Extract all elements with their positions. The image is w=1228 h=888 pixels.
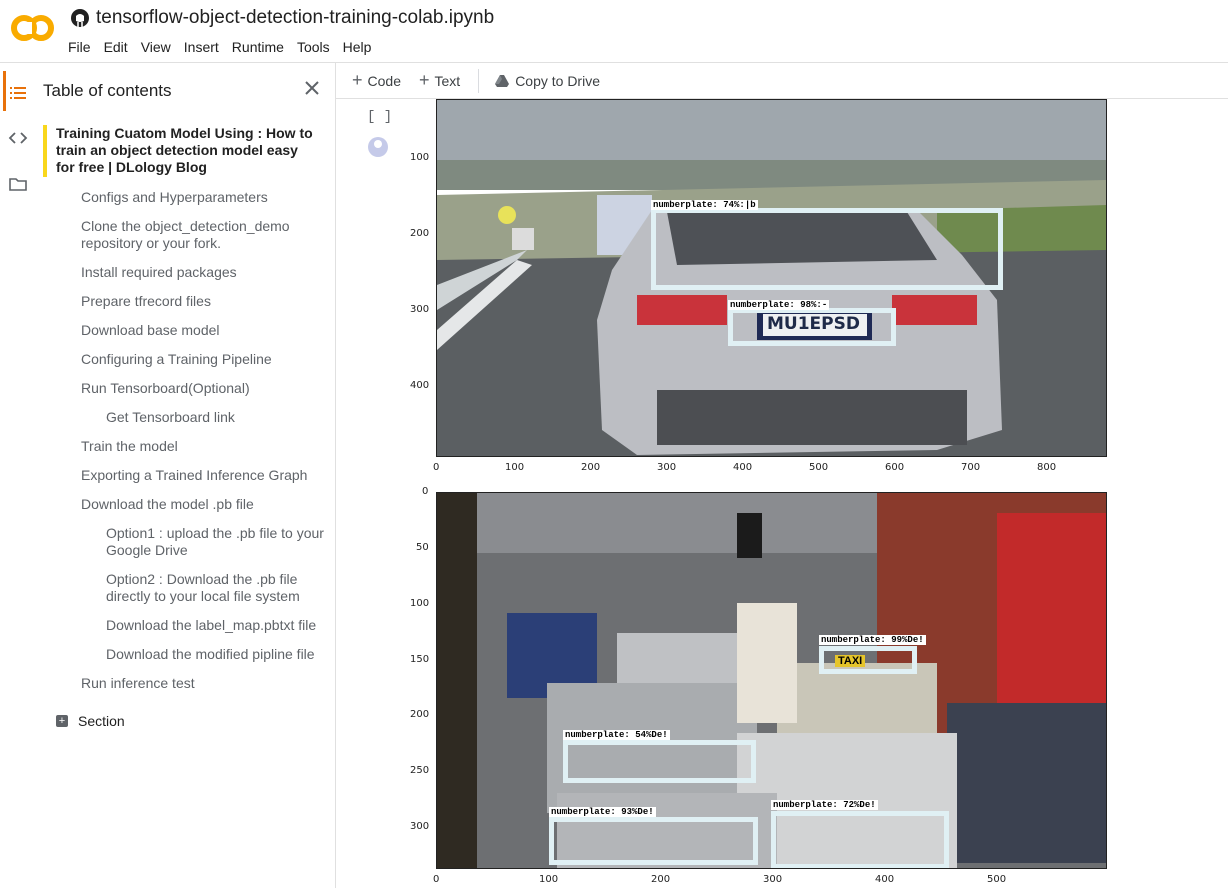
toc-item[interactable]: Option2 : Download the .pb file directly…	[106, 571, 316, 605]
menu-tools[interactable]: Tools	[297, 37, 330, 57]
close-icon[interactable]	[302, 78, 322, 98]
y-tick: 400	[410, 380, 430, 391]
toc-item[interactable]: Option1 : upload the .pb file to your Go…	[106, 525, 326, 559]
code-snippets-icon[interactable]	[8, 128, 28, 148]
toc-item[interactable]: Clone the object_detection_demo reposito…	[81, 218, 321, 252]
x-tick: 400	[875, 874, 895, 885]
drive-icon	[495, 74, 510, 87]
taxi-sign-text: TAXI	[835, 655, 866, 667]
detection-box	[819, 646, 917, 674]
add-text-label: Text	[434, 72, 461, 89]
notebook-toolbar: + Code + Text Copy to Drive	[336, 63, 1228, 99]
toc-item[interactable]: Download base model	[81, 322, 321, 339]
y-tick: 200	[410, 228, 430, 239]
toc-active-marker	[43, 125, 47, 177]
x-tick: 0	[433, 874, 440, 885]
table-of-contents-icon[interactable]	[8, 83, 28, 103]
menu-file[interactable]: File	[68, 37, 91, 57]
section-label: Section	[78, 713, 125, 729]
toc-item[interactable]: Download the modified pipline file	[106, 646, 326, 663]
toc-item[interactable]: Run inference test	[81, 675, 321, 692]
colab-logo[interactable]	[10, 12, 54, 44]
top-bar: tensorflow-object-detection-training-col…	[0, 0, 1228, 63]
toc-item[interactable]: Prepare tfrecord files	[81, 293, 321, 310]
notebook-title[interactable]: tensorflow-object-detection-training-col…	[96, 7, 494, 29]
toc-item[interactable]: Configs and Hyperparameters	[81, 189, 321, 206]
y-tick: 150	[410, 654, 430, 665]
x-tick: 600	[885, 462, 905, 473]
menu-view[interactable]: View	[141, 37, 171, 57]
y-tick: 100	[410, 598, 430, 609]
toc-item[interactable]: Download the model .pb file	[81, 496, 321, 513]
inference-image-2: numberplate: 99%De! TAXI numberplate: 54…	[436, 492, 1107, 869]
x-tick: 200	[581, 462, 601, 473]
plus-icon: +	[352, 70, 363, 90]
x-tick: 700	[961, 462, 981, 473]
menu-bar: File Edit View Insert Runtime Tools Help	[68, 37, 384, 57]
menu-runtime[interactable]: Runtime	[232, 37, 284, 57]
x-tick: 100	[505, 462, 525, 473]
y-tick: 300	[410, 304, 430, 315]
y-tick: 100	[410, 152, 430, 163]
plus-icon: +	[418, 70, 430, 90]
menu-help[interactable]: Help	[343, 37, 372, 57]
add-section-icon: +	[56, 715, 68, 727]
notebook-title-row: tensorflow-object-detection-training-col…	[70, 7, 494, 29]
x-tick: 100	[539, 874, 559, 885]
detection-box	[651, 208, 1003, 290]
y-tick: 300	[410, 821, 430, 832]
run-cell-indicator[interactable]: [ ]	[367, 109, 392, 125]
x-tick: 500	[809, 462, 829, 473]
toc-item[interactable]: Download the label_map.pbtxt file	[106, 617, 326, 634]
toc-item[interactable]: Get Tensorboard link	[106, 409, 326, 426]
x-tick: 0	[433, 462, 440, 473]
detection-label: numberplate: 74%:|b	[651, 200, 758, 210]
github-icon	[71, 9, 89, 27]
user-avatar	[368, 137, 388, 157]
detection-label: numberplate: 93%De!	[549, 807, 656, 817]
toc-item[interactable]: Exporting a Trained Inference Graph	[81, 467, 321, 484]
toc-item[interactable]: Configuring a Training Pipeline	[81, 351, 321, 368]
x-tick: 400	[733, 462, 753, 473]
detection-label: numberplate: 54%De!	[563, 730, 670, 740]
toc-item-main-heading[interactable]: Training Cuatom Model Using : How to tra…	[56, 125, 318, 176]
detection-box	[549, 817, 758, 865]
y-tick: 0	[422, 486, 429, 497]
x-tick: 800	[1037, 462, 1057, 473]
toc-item[interactable]: Train the model	[81, 438, 321, 455]
inference-image-1: numberplate: 74%:|b numberplate: 98%:- M…	[436, 99, 1107, 457]
x-tick: 200	[651, 874, 671, 885]
detection-label: numberplate: 72%De!	[771, 800, 878, 810]
toolbar-divider	[478, 68, 480, 93]
toc-item[interactable]: Run Tensorboard(Optional)	[81, 380, 321, 397]
detection-label: numberplate: 98%:-	[728, 300, 830, 310]
notebook-content: [ ] numberplate: 74%:|b numberplate: 98%…	[336, 99, 1228, 888]
x-tick: 300	[763, 874, 783, 885]
toc-title: Table of contents	[43, 81, 172, 100]
x-tick: 300	[657, 462, 677, 473]
copy-to-drive-button[interactable]: Copy to Drive	[495, 73, 600, 89]
detection-label: numberplate: 99%De!	[819, 635, 926, 645]
copy-to-drive-label: Copy to Drive	[515, 72, 600, 89]
files-icon[interactable]	[8, 174, 28, 194]
x-tick: 500	[987, 874, 1007, 885]
y-tick: 200	[410, 709, 430, 720]
license-plate-text: MU1EPSD	[767, 314, 860, 334]
add-code-label: Code	[367, 72, 401, 89]
detection-box	[771, 811, 949, 868]
detection-box	[563, 740, 756, 783]
menu-insert[interactable]: Insert	[184, 37, 219, 57]
add-code-button[interactable]: + Code	[352, 70, 401, 91]
toc-panel: Table of contents Training Cuatom Model …	[34, 63, 336, 888]
toc-item[interactable]: Install required packages	[81, 264, 321, 281]
menu-edit[interactable]: Edit	[104, 37, 128, 57]
add-section-row[interactable]: + Section	[56, 713, 125, 729]
y-tick: 50	[416, 542, 429, 553]
add-text-button[interactable]: + Text	[419, 70, 460, 91]
side-rail	[0, 63, 34, 888]
y-tick: 250	[410, 765, 430, 776]
active-indicator	[3, 71, 6, 111]
